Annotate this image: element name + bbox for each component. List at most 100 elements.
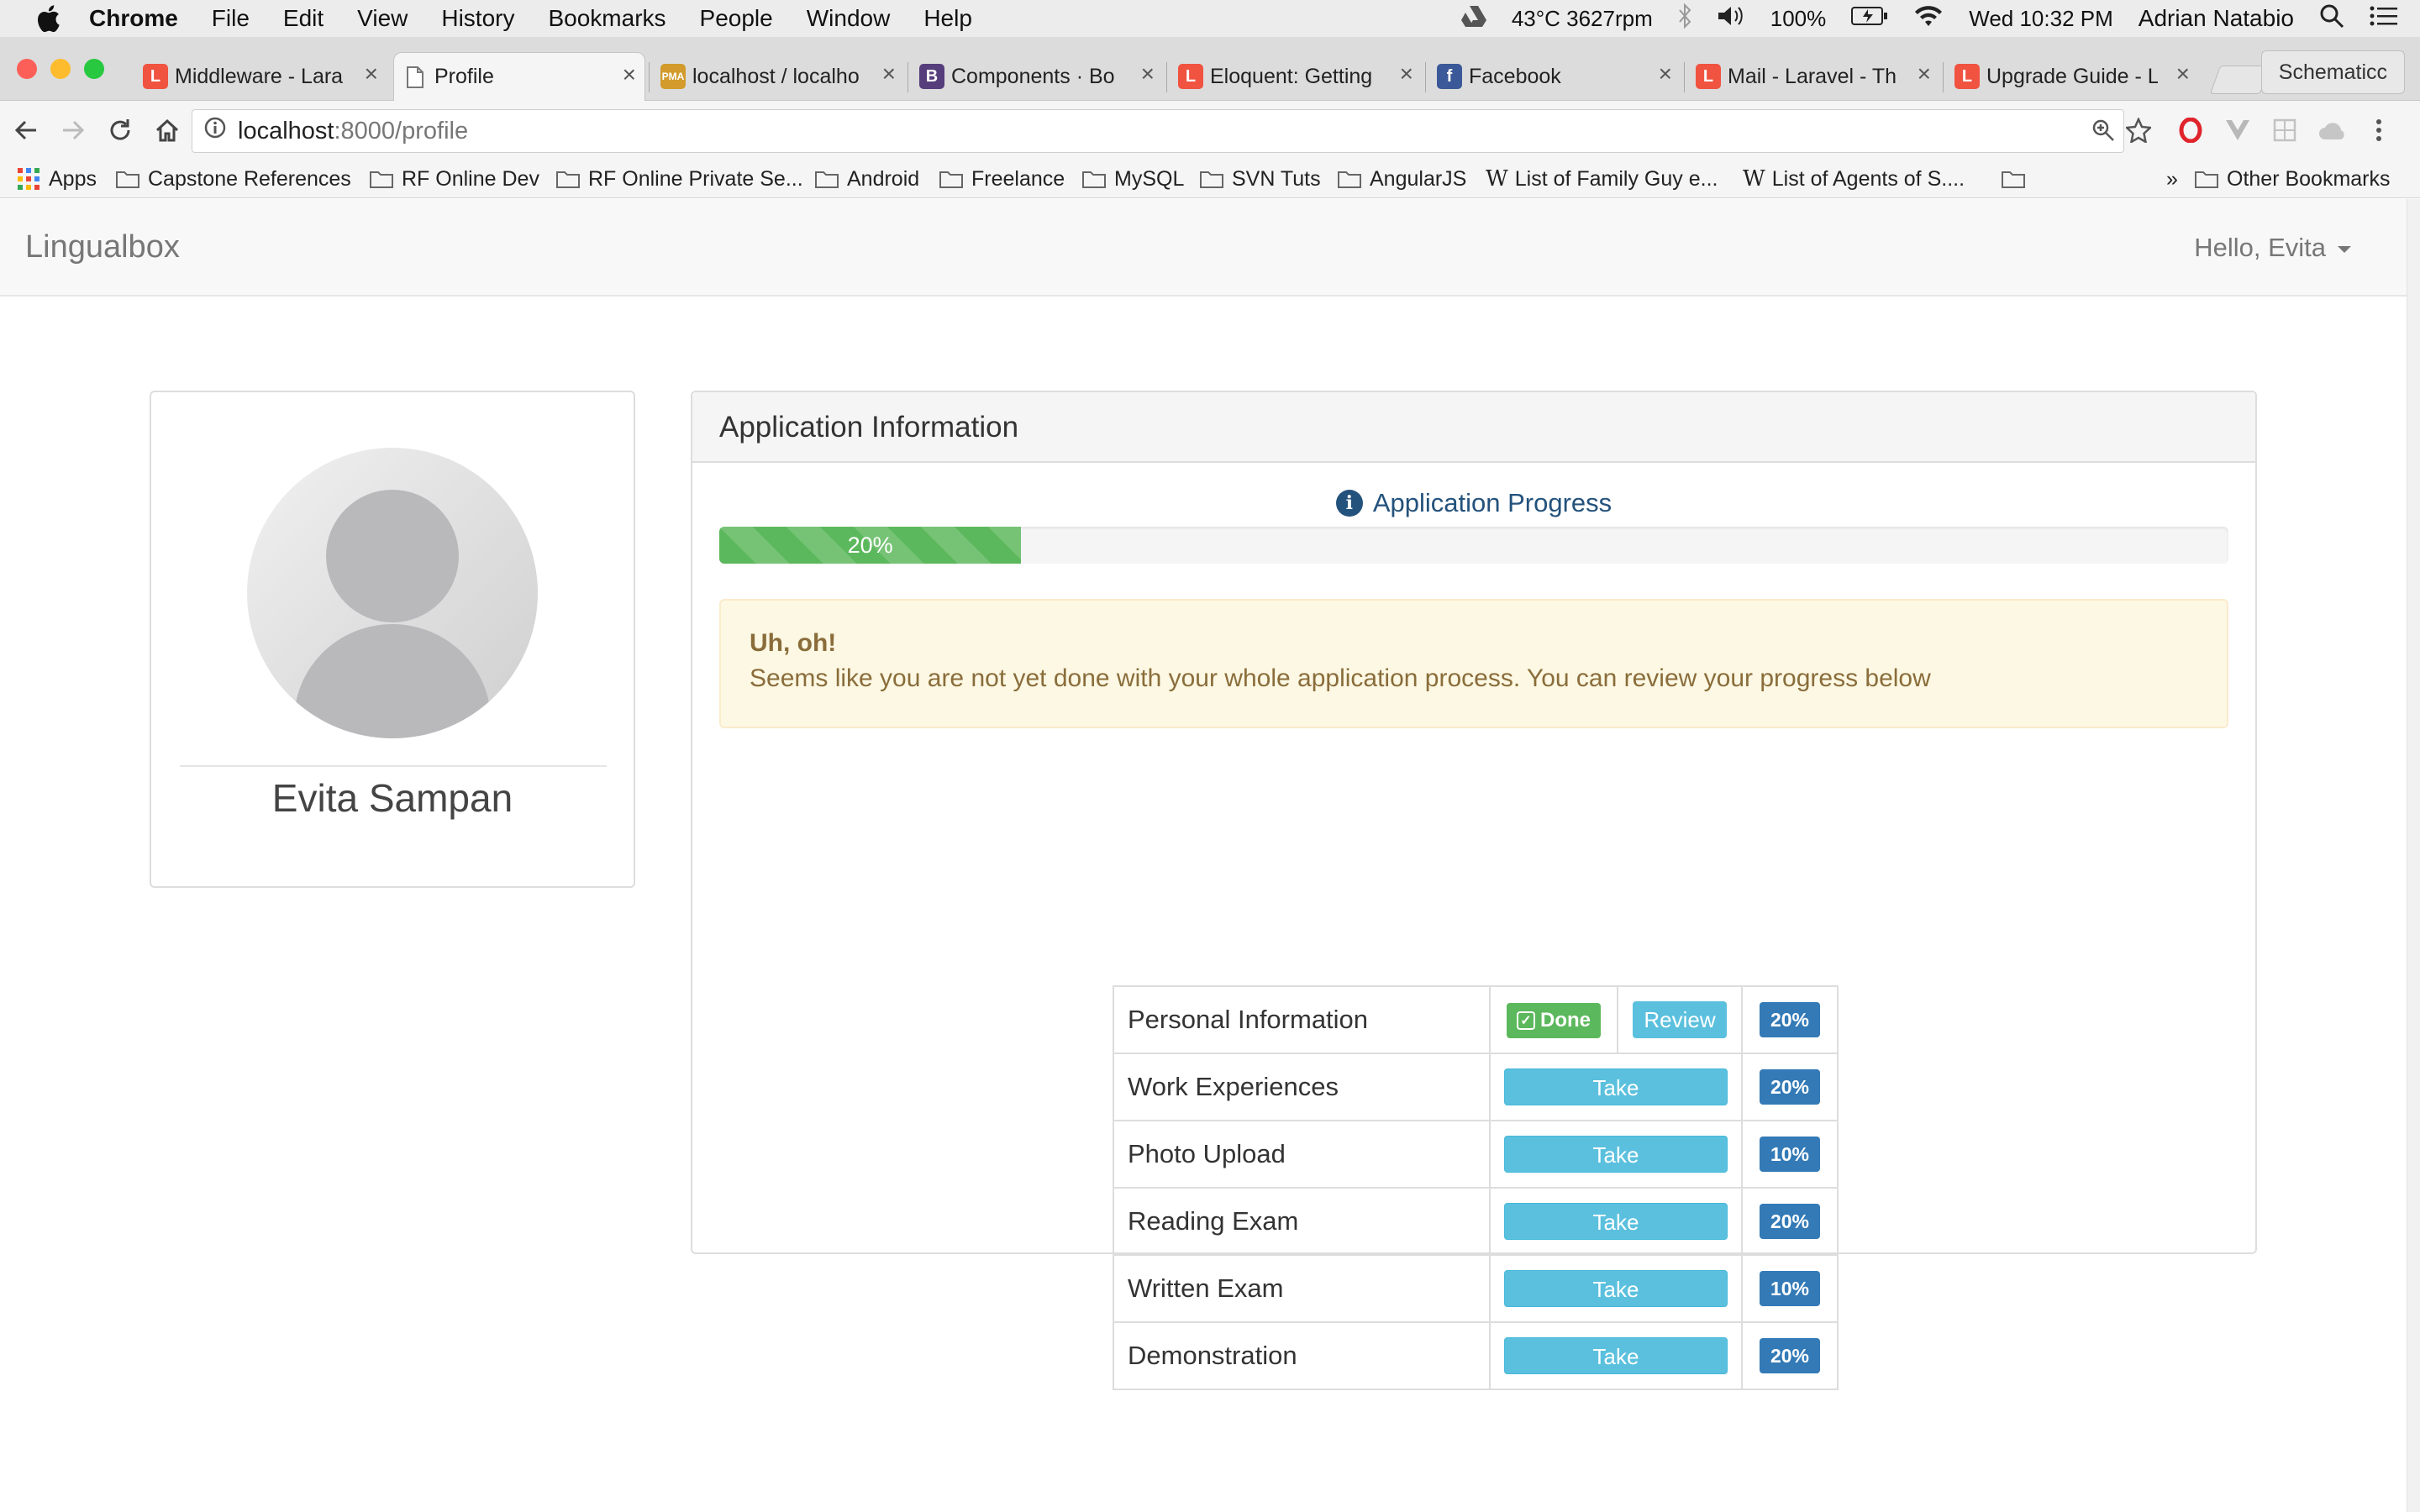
window-maximize-button[interactable] (84, 59, 104, 79)
reload-icon[interactable] (104, 114, 136, 146)
menu-edit[interactable]: Edit (283, 5, 324, 32)
vue-devtools-icon[interactable] (2222, 114, 2254, 146)
browser-toolbar: localhost:8000/profile (0, 101, 2420, 160)
step-name: Personal Information (1113, 985, 1491, 1054)
google-drive-icon[interactable] (1460, 5, 1486, 33)
window-close-button[interactable] (17, 59, 37, 79)
close-icon[interactable]: × (1141, 60, 1155, 87)
take-button[interactable]: Take (1504, 1068, 1728, 1105)
step-weight-badge: 20% (1760, 1002, 1820, 1037)
back-arrow-icon[interactable] (10, 114, 42, 146)
phpmyadmin-icon: PMA (660, 64, 686, 89)
close-icon[interactable]: × (365, 60, 378, 87)
bookmark-folder[interactable]: AngularJS (1338, 165, 1466, 193)
browser-tab-active[interactable]: Profile × (393, 52, 645, 101)
spotlight-search-icon[interactable] (2319, 3, 2344, 34)
temperature-fan-readout[interactable]: 43°C 3627rpm (1512, 6, 1653, 32)
review-button[interactable]: Review (1633, 1001, 1727, 1038)
step-action-cell: Take (1489, 1254, 1743, 1323)
current-user-name[interactable]: Adrian Natabio (2139, 5, 2294, 32)
clock[interactable]: Wed 10:32 PM (1969, 6, 2113, 32)
bookmarks-overflow-chevron[interactable]: » (2166, 165, 2178, 193)
home-icon[interactable] (151, 114, 183, 146)
tab-label: Components · Bo (951, 64, 1115, 88)
avatar-body-shape (294, 624, 491, 738)
bookmark-folder[interactable]: Capstone References (116, 165, 351, 193)
bookmark-folder[interactable]: Android (815, 165, 919, 193)
progress-heading: i Application Progress (692, 488, 2255, 518)
browser-tab[interactable]: f Facebook × (1428, 52, 1681, 101)
bookmark-label: List of Family Guy e... (1514, 166, 1718, 191)
bookmark-label: MySQL (1114, 166, 1185, 191)
browser-tab[interactable]: PMA localhost / localho × (652, 52, 904, 101)
close-icon[interactable]: × (882, 60, 896, 87)
browser-tab[interactable]: L Middleware - Lara × (134, 52, 387, 101)
menu-people[interactable]: People (700, 5, 773, 32)
volume-icon[interactable] (1717, 4, 1745, 34)
extension-grid-icon[interactable] (2269, 114, 2301, 146)
chrome-profile-button[interactable]: Schematicc (2260, 50, 2405, 94)
close-icon[interactable]: × (1918, 60, 1931, 87)
step-weight-cell: 10% (1741, 1120, 1839, 1189)
user-menu-dropdown[interactable]: Hello, Evita (2194, 233, 2351, 263)
bookmark-folder[interactable]: SVN Tuts (1200, 165, 1321, 193)
close-icon[interactable]: × (1400, 60, 1413, 87)
bookmark-folder[interactable]: MySQL (1082, 165, 1184, 193)
browser-tab[interactable]: L Eloquent: Getting × (1170, 52, 1422, 101)
close-icon[interactable]: × (623, 61, 636, 88)
take-button[interactable]: Take (1504, 1136, 1728, 1173)
battery-charging-icon[interactable] (1851, 6, 1888, 32)
browser-tab[interactable]: L Mail - Laravel - Th × (1687, 52, 1939, 101)
menu-file[interactable]: File (212, 5, 250, 32)
battery-percent[interactable]: 100% (1770, 6, 1827, 32)
browser-tab-strip: L Middleware - Lara × Profile × PMA loca… (0, 37, 2420, 101)
tab-label: Profile (434, 65, 494, 88)
apple-logo-icon[interactable] (32, 0, 64, 37)
bookmark-folder[interactable]: RF Online Private Se... (556, 165, 803, 193)
bookmark-star-icon[interactable] (2123, 114, 2154, 146)
page-scrollbar[interactable] (2407, 199, 2420, 1512)
bookmark-other-bookmarks[interactable]: Other Bookmarks (2195, 165, 2391, 193)
address-bar[interactable]: localhost:8000/profile (192, 109, 2124, 153)
opera-extension-icon[interactable] (2175, 114, 2207, 146)
site-brand[interactable]: Lingualbox (25, 229, 180, 265)
bookmark-apps[interactable]: Apps (17, 165, 97, 193)
zoom-icon[interactable] (2087, 114, 2119, 146)
close-icon[interactable]: × (1659, 60, 1672, 87)
forward-arrow-icon[interactable] (57, 114, 89, 146)
wifi-icon[interactable] (1913, 4, 1944, 34)
menu-help[interactable]: Help (923, 5, 972, 32)
bookmark-wikipedia[interactable]: W List of Agents of S.... (1743, 165, 1965, 193)
tab-label: Middleware - Lara (175, 64, 344, 88)
menu-bookmarks[interactable]: Bookmarks (548, 5, 666, 32)
cloud-extension-icon[interactable] (2316, 114, 2348, 146)
bluetooth-icon[interactable] (1678, 3, 1691, 34)
bookmark-wikipedia[interactable]: W List of Family Guy e... (1486, 165, 1718, 193)
bookmark-folder[interactable]: RF Online Dev (370, 165, 539, 193)
bookmark-folder-unnamed[interactable] (2002, 165, 2033, 193)
close-icon[interactable]: × (2176, 60, 2190, 87)
site-info-icon[interactable] (204, 117, 226, 145)
alert-title: Uh, oh! (750, 629, 837, 657)
step-action-cell: Take (1489, 1187, 1743, 1256)
bookmark-folder[interactable]: Freelance (939, 165, 1065, 193)
take-button[interactable]: Take (1504, 1270, 1728, 1307)
warning-alert: Uh, oh! Seems like you are not yet done … (719, 599, 2228, 728)
chrome-menu-icon[interactable] (2363, 114, 2395, 146)
menu-history[interactable]: History (441, 5, 514, 32)
browser-tab[interactable]: B Components · Bo × (911, 52, 1163, 101)
take-button[interactable]: Take (1504, 1203, 1728, 1240)
take-button[interactable]: Take (1504, 1337, 1728, 1374)
menu-app-name[interactable]: Chrome (89, 5, 178, 32)
tab-label: Facebook (1469, 64, 1561, 88)
wikipedia-icon: W (1743, 166, 1765, 192)
browser-tab[interactable]: L Upgrade Guide - L × (1946, 52, 2198, 101)
window-minimize-button[interactable] (50, 59, 71, 79)
menu-view[interactable]: View (357, 5, 408, 32)
menu-window[interactable]: Window (807, 5, 891, 32)
step-name: Photo Upload (1113, 1120, 1491, 1189)
laravel-icon: L (1954, 64, 1980, 89)
notification-center-icon[interactable] (2370, 5, 2398, 33)
user-greeting: Hello, Evita (2194, 233, 2326, 262)
bookmarks-bar: Apps Capstone References RF Online Dev R… (0, 160, 2420, 198)
